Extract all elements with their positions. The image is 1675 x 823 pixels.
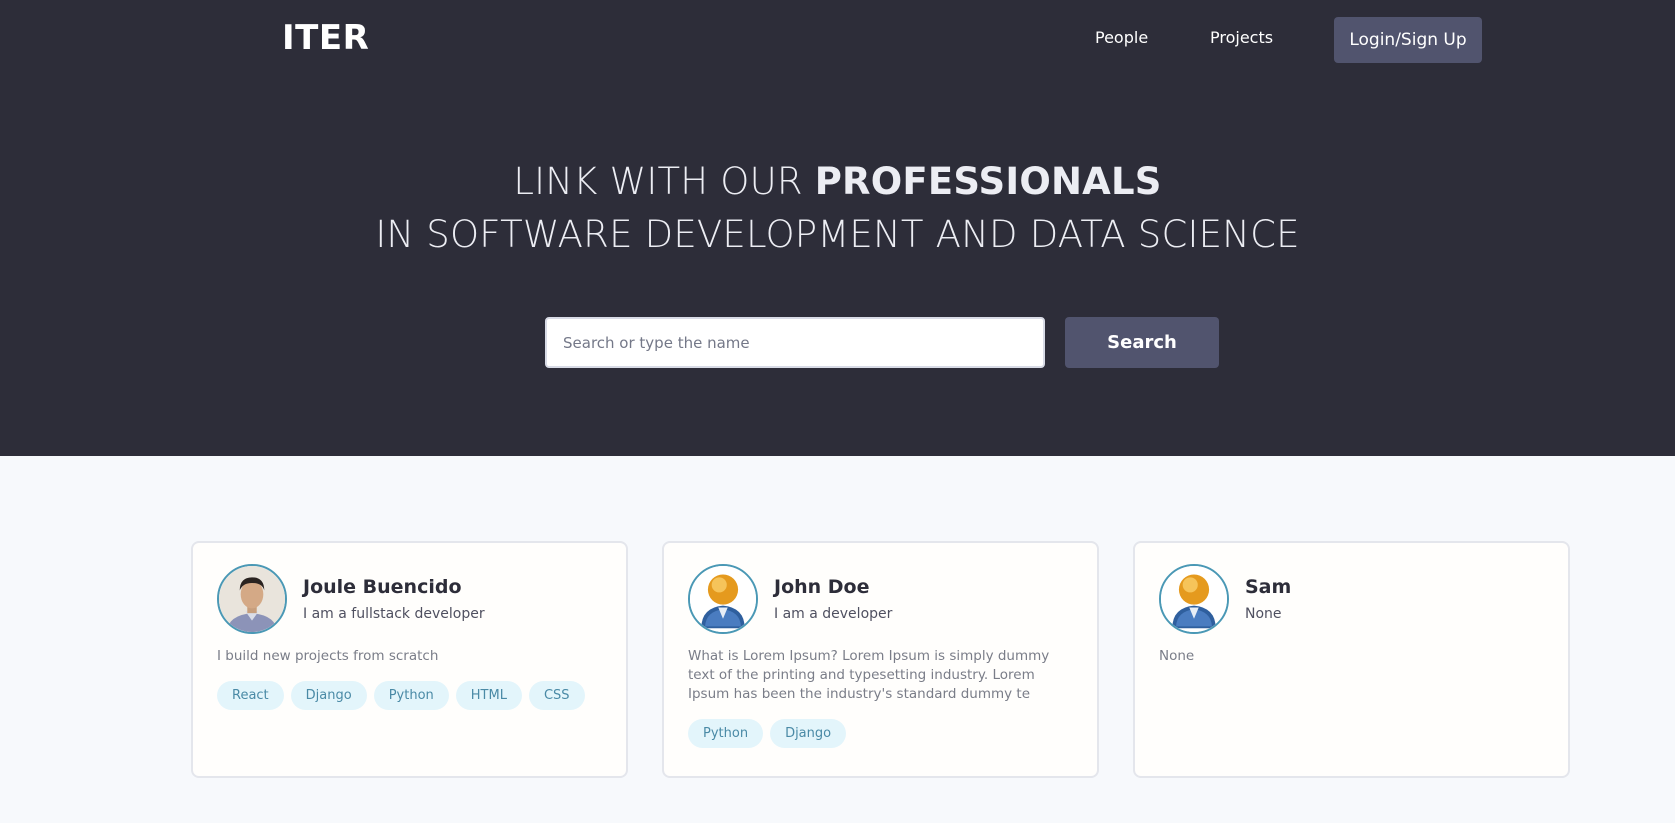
profile-name[interactable]: Joule Buencido: [303, 576, 462, 598]
skill-tag[interactable]: Python: [373, 681, 449, 710]
profile-title: I am a fullstack developer: [303, 606, 485, 622]
hero-heading-prefix: LINK WITH OUR: [513, 160, 815, 203]
avatar: [688, 564, 758, 634]
search-button[interactable]: Search: [1065, 317, 1219, 368]
profile-card[interactable]: Joule Buencido I am a fullstack develope…: [191, 541, 628, 778]
search-input[interactable]: [545, 317, 1045, 368]
person-photo-icon: [219, 566, 285, 632]
profile-bio: I build new projects from scratch: [217, 648, 439, 664]
login-signup-button[interactable]: Login/Sign Up: [1334, 17, 1482, 63]
profile-name[interactable]: Sam: [1245, 576, 1291, 598]
avatar: [217, 564, 287, 634]
profile-title: I am a developer: [774, 606, 893, 622]
skill-tags: Python Django: [688, 719, 847, 748]
hero-heading-line2: IN SOFTWARE DEVELOPMENT AND DATA SCIENCE: [375, 213, 1300, 256]
skill-tag[interactable]: CSS: [528, 681, 585, 710]
hero-heading-line1: LINK WITH OUR PROFESSIONALS: [0, 160, 1675, 203]
skill-tag[interactable]: Django: [290, 681, 367, 710]
page-header: ITER People Projects Login/Sign Up LINK …: [0, 0, 1675, 456]
skill-tag[interactable]: Python: [688, 719, 764, 748]
nav-link-projects[interactable]: Projects: [1210, 28, 1273, 47]
profile-bio: None: [1159, 648, 1195, 664]
profile-name[interactable]: John Doe: [774, 576, 870, 598]
skill-tag[interactable]: React: [217, 681, 284, 710]
avatar: [1159, 564, 1229, 634]
profile-card[interactable]: Sam None None: [1133, 541, 1570, 778]
profile-title: None: [1245, 606, 1282, 622]
profile-bio: What is Lorem Ipsum? Lorem Ipsum is simp…: [688, 648, 1050, 702]
default-user-icon: [1161, 566, 1227, 632]
default-user-icon: [690, 566, 756, 632]
hero-heading-emphasis: PROFESSIONALS: [814, 160, 1162, 203]
profile-card[interactable]: John Doe I am a developer What is Lorem …: [662, 541, 1099, 778]
skill-tags: React Django Python HTML CSS: [217, 681, 585, 710]
nav-link-people[interactable]: People: [1095, 28, 1148, 47]
site-logo[interactable]: ITER: [282, 18, 369, 58]
skill-tag[interactable]: HTML: [455, 681, 522, 710]
skill-tag[interactable]: Django: [770, 719, 847, 748]
